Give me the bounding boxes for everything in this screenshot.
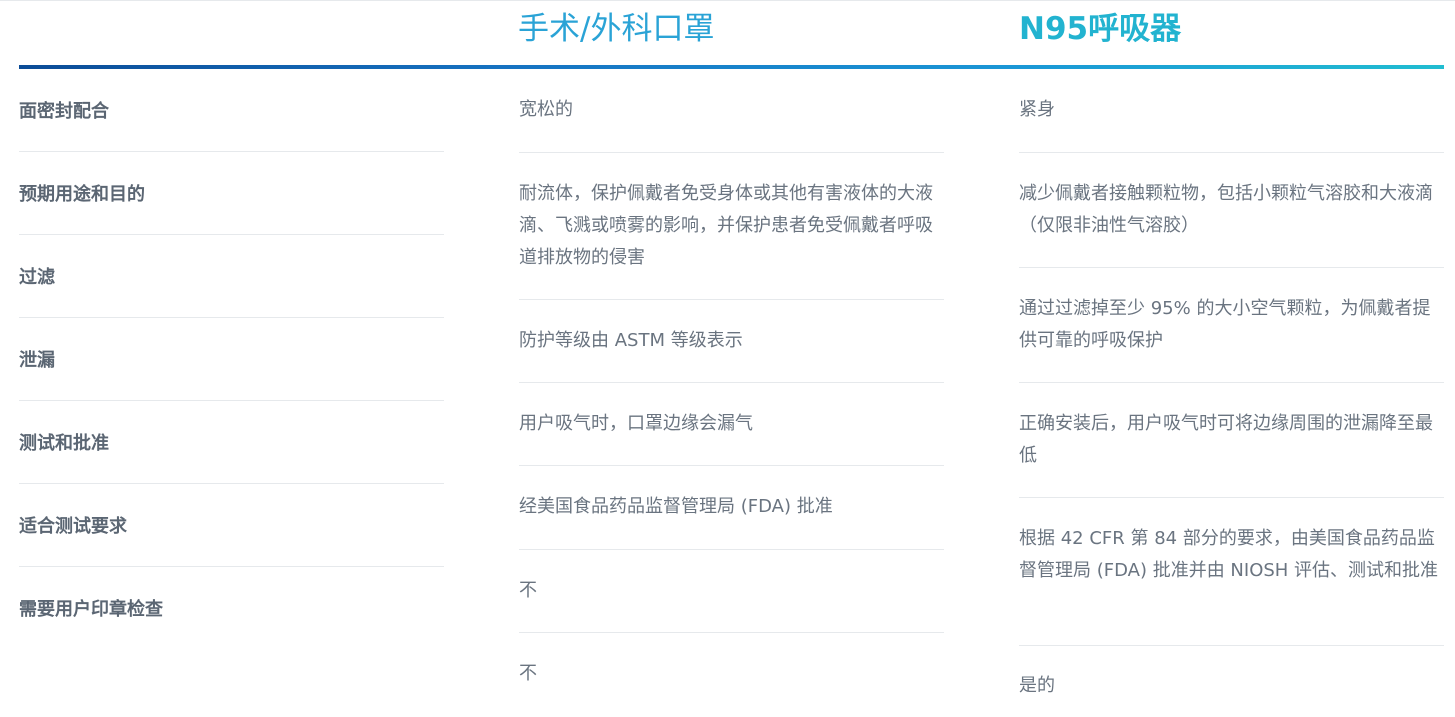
surgical-mask-title: 手术/外科口罩 <box>518 11 715 47</box>
table-cell: 不 <box>519 633 944 713</box>
row-labels: 面密封配合 预期用途和目的 过滤 泄漏 测试和批准 适合测试要求 需要用户印章检… <box>19 69 444 650</box>
table-cell: 经美国食品药品监督管理局 (FDA) 批准 <box>519 466 944 550</box>
comparison-header: 手术/外科口罩 N95呼吸器 <box>0 0 1455 66</box>
table-cell: 减少佩戴者接触颗粒物，包括小颗粒气溶胶和大液滴（仅限非油性气溶胶） <box>1019 153 1444 268</box>
table-cell: 用户吸气时，口罩边缘会漏气 <box>519 383 944 466</box>
row-label-intended-use: 预期用途和目的 <box>19 184 145 205</box>
n95-respirator-column: 紧身 减少佩戴者接触颗粒物，包括小颗粒气溶胶和大液滴（仅限非油性气溶胶） 通过过… <box>1019 69 1444 716</box>
surgical-value-use: 耐流体，保护佩戴者免受身体或其他有害液体的大液滴、飞溅或喷雾的影响，并保护患者免… <box>519 183 933 268</box>
row-label-filtration: 过滤 <box>19 267 55 288</box>
label-row: 过滤 <box>19 235 444 318</box>
surgical-value-fit-test: 不 <box>519 580 537 601</box>
row-label-testing-approval: 测试和批准 <box>19 433 109 454</box>
surgical-value-seal-check: 不 <box>519 663 537 684</box>
surgical-value-filtration: 防护等级由 ASTM 等级表示 <box>519 330 743 351</box>
table-cell: 不 <box>519 550 944 633</box>
row-label-fit-test: 适合测试要求 <box>19 516 127 537</box>
table-cell: 耐流体，保护佩戴者免受身体或其他有害液体的大液滴、飞溅或喷雾的影响，并保护患者免… <box>519 153 944 300</box>
table-cell: 是的 <box>1019 646 1444 716</box>
row-label-leakage: 泄漏 <box>19 350 55 371</box>
table-cell: 正确安装后，用户吸气时可将边缘周围的泄漏降至最低 <box>1019 383 1444 498</box>
surgical-value-fit: 宽松的 <box>519 99 573 120</box>
surgical-value-approval: 经美国食品药品监督管理局 (FDA) 批准 <box>519 496 833 517</box>
table-cell: 防护等级由 ASTM 等级表示 <box>519 300 944 383</box>
n95-value-leakage: 正确安装后，用户吸气时可将边缘周围的泄漏降至最低 <box>1019 413 1433 466</box>
n95-value-approval: 根据 42 CFR 第 84 部分的要求，由美国食品药品监督管理局 (FDA) … <box>1019 528 1439 581</box>
table-cell: 根据 42 CFR 第 84 部分的要求，由美国食品药品监督管理局 (FDA) … <box>1019 498 1444 646</box>
row-label-seal-check: 需要用户印章检查 <box>19 599 163 620</box>
n95-respirator-title: N95呼吸器 <box>1019 11 1182 47</box>
label-row: 适合测试要求 <box>19 484 444 567</box>
label-row: 测试和批准 <box>19 401 444 484</box>
n95-value-filtration: 通过过滤掉至少 95% 的大小空气颗粒，为佩戴者提供可靠的呼吸保护 <box>1019 298 1431 351</box>
n95-value-use: 减少佩戴者接触颗粒物，包括小颗粒气溶胶和大液滴（仅限非油性气溶胶） <box>1019 183 1433 236</box>
surgical-mask-column: 宽松的 耐流体，保护佩戴者免受身体或其他有害液体的大液滴、飞溅或喷雾的影响，并保… <box>519 69 944 713</box>
n95-value-seal-check: 是的 <box>1019 675 1055 696</box>
label-row: 预期用途和目的 <box>19 152 444 235</box>
table-cell: 宽松的 <box>519 69 944 153</box>
table-cell: 通过过滤掉至少 95% 的大小空气颗粒，为佩戴者提供可靠的呼吸保护 <box>1019 268 1444 383</box>
n95-value-fit: 紧身 <box>1019 99 1055 120</box>
row-label-face-seal: 面密封配合 <box>19 101 109 122</box>
label-row: 面密封配合 <box>19 69 444 152</box>
surgical-value-leakage: 用户吸气时，口罩边缘会漏气 <box>519 413 753 434</box>
label-row: 泄漏 <box>19 318 444 401</box>
table-cell: 紧身 <box>1019 69 1444 153</box>
label-row: 需要用户印章检查 <box>19 567 444 650</box>
